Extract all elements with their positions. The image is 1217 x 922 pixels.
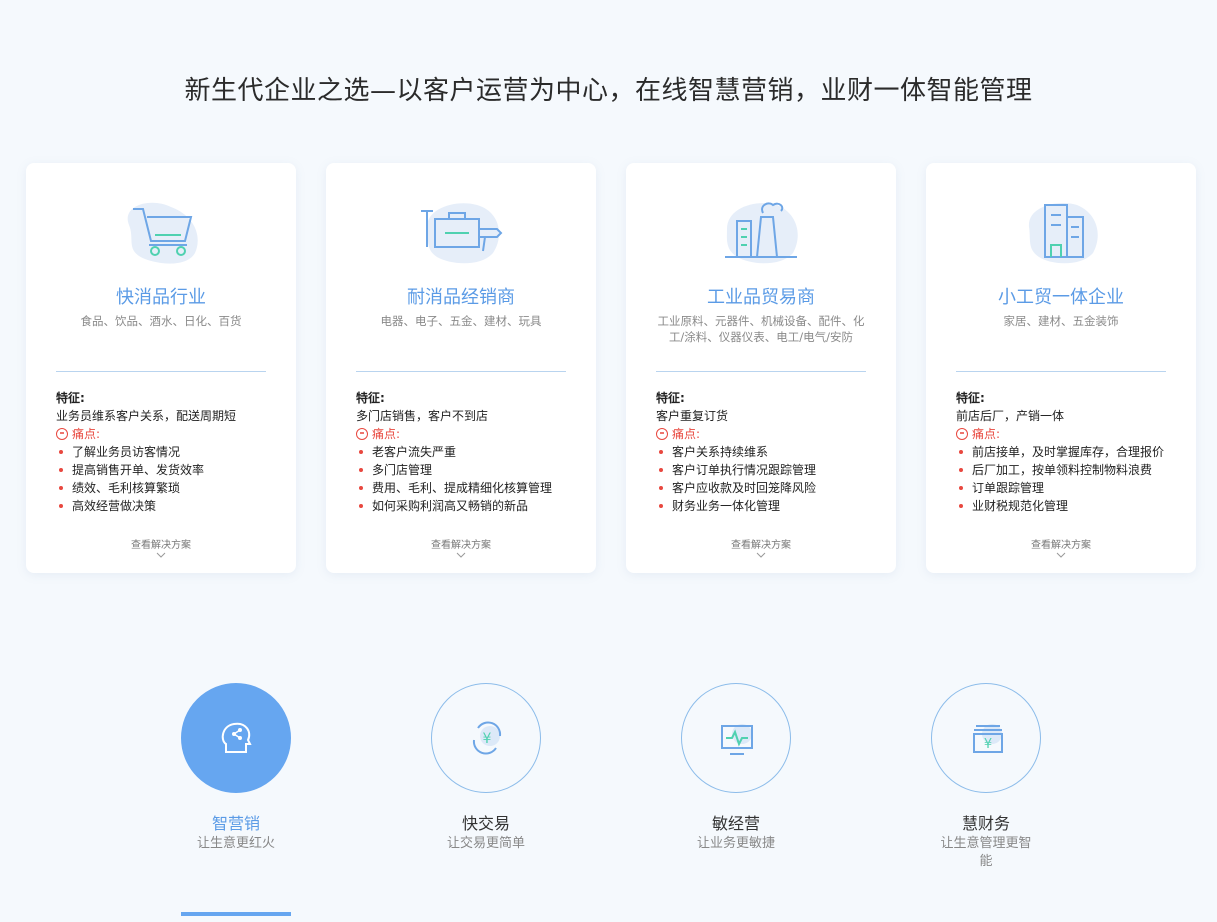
chevron-down-icon[interactable] [1056, 552, 1066, 558]
feature-text: 多门店销售，客户不到店 [356, 409, 489, 423]
pain-heading: 痛点: [56, 425, 100, 442]
feature-tab-trading[interactable]: ¥ 快交易 让交易更简单 [386, 680, 586, 880]
view-solution-link[interactable]: 查看解决方案 [26, 536, 296, 551]
card-divider [656, 371, 866, 372]
list-item: 财务业务一体化管理 [656, 497, 816, 515]
pain-heading: 痛点: [956, 425, 1000, 442]
active-tab-indicator [181, 912, 291, 916]
list-item: 客户应收款及时回笼降风险 [656, 479, 816, 497]
feature-circle[interactable]: ¥ [931, 683, 1041, 793]
svg-text:¥: ¥ [483, 731, 492, 747]
solutions-page: 新生代企业之选—以客户运营为中心，在线智慧营销，业财一体智能管理 快消品行业 食… [0, 0, 1217, 922]
feature-label: 特征: [356, 391, 385, 405]
list-item: 高效经营做决策 [56, 497, 204, 515]
list-item: 如何采购利润高又畅销的新品 [356, 497, 552, 515]
pain-heading: 痛点: [656, 425, 700, 442]
card-title: 耐消品经销商 [407, 287, 515, 308]
feature-subtitle: 让交易更简单 [446, 836, 525, 851]
card-title: 工业品贸易商 [707, 287, 815, 308]
pain-label: 痛点: [72, 427, 101, 441]
pain-label: 痛点: [672, 427, 701, 441]
feature-title: 快交易 [461, 814, 510, 833]
view-solution-link[interactable]: 查看解决方案 [926, 536, 1196, 551]
chevron-down-icon[interactable] [456, 552, 466, 558]
list-item: 订单跟踪管理 [956, 479, 1164, 497]
svg-text:¥: ¥ [984, 737, 992, 752]
feature-title: 智营销 [211, 814, 260, 833]
feature-text: 业务员维系客户关系，配送周期短 [56, 409, 237, 423]
feature-title: 慧财务 [961, 814, 1010, 833]
brain-network-icon [221, 722, 252, 753]
chevron-down-icon[interactable] [156, 552, 166, 558]
pain-list: 了解业务员访客情况 提高销售开单、发货效率 绩效、毛利核算繁琐 高效经营做决策 [56, 443, 204, 515]
feature-tabs: 智营销 让生意更红火 ¥ 快交易 让交易更简单 敏经营 让业务更敏捷 ¥ 慧财务… [0, 680, 1217, 910]
feature-circle[interactable] [181, 683, 291, 793]
list-item: 绩效、毛利核算繁琐 [56, 479, 204, 497]
feature-tab-operations[interactable]: 敏经营 让业务更敏捷 [636, 680, 836, 880]
list-item: 了解业务员访客情况 [56, 443, 204, 461]
list-item: 客户关系持续维系 [656, 443, 816, 461]
feature-label: 特征: [56, 391, 85, 405]
list-item: 后厂加工，按单领料控制物料浪费 [956, 461, 1164, 479]
list-item: 老客户流失严重 [356, 443, 552, 461]
card-subtitle: 工业原料、元器件、机械设备、配件、化工/涂料、仪器仪表、电工/电气/安防 [657, 314, 865, 344]
list-item: 费用、毛利、提成精细化核算管理 [356, 479, 552, 497]
chevron-down-icon[interactable] [756, 552, 766, 558]
list-item: 业财税规范化管理 [956, 497, 1164, 515]
feature-subtitle: 让生意管理更智能 [940, 836, 1032, 869]
feature-label: 特征: [656, 391, 685, 405]
feature-label: 特征: [956, 391, 985, 405]
pain-label: 痛点: [372, 427, 401, 441]
shopping-cart-icon [127, 202, 198, 264]
page-headline: 新生代企业之选—以客户运营为中心，在线智慧营销，业财一体智能管理 [184, 76, 1033, 106]
sad-face-icon [356, 427, 368, 440]
sad-face-icon [956, 427, 968, 440]
card-subtitle: 家居、建材、五金装饰 [1003, 314, 1119, 328]
view-solution-link[interactable]: 查看解决方案 [326, 536, 596, 551]
card-title: 快消品行业 [116, 287, 206, 308]
pain-heading: 痛点: [356, 425, 400, 442]
card-divider [56, 371, 266, 372]
feature-circle[interactable]: ¥ [431, 683, 541, 793]
card-subtitle: 电器、电子、五金、建材、玩具 [380, 314, 542, 328]
list-item: 前店接单，及时掌握库存，合理报价 [956, 443, 1164, 461]
feature-text: 前店后厂，产销一体 [956, 409, 1065, 423]
industry-card-industrial[interactable]: 工业品贸易商 工业原料、元器件、机械设备、配件、化工/涂料、仪器仪表、电工/电气… [626, 163, 896, 573]
industry-cards: 快消品行业 食品、饮品、酒水、日化、百货 特征: 业务员维系客户关系，配送周期短… [16, 163, 1206, 583]
view-solution-link[interactable]: 查看解决方案 [626, 536, 896, 551]
sad-face-icon [656, 427, 668, 440]
yuan-stack-icon: ¥ [973, 724, 1003, 753]
feature-title: 敏经营 [711, 814, 760, 833]
feature-subtitle: 让生意更红火 [196, 836, 275, 851]
card-title: 小工贸一体企业 [998, 287, 1124, 308]
feature-tab-marketing[interactable]: 智营销 让生意更红火 [136, 680, 336, 880]
industry-card-durables[interactable]: 耐消品经销商 电器、电子、五金、建材、玩具 特征: 多门店销售，客户不到店 痛点… [326, 163, 596, 573]
feature-subtitle: 让业务更敏捷 [696, 836, 775, 851]
list-item: 提高销售开单、发货效率 [56, 461, 204, 479]
tools-icon [421, 203, 503, 264]
factory-icon [725, 202, 798, 264]
yuan-exchange-icon: ¥ [472, 721, 502, 755]
pain-list: 客户关系持续维系 客户订单执行情况跟踪管理 客户应收款及时回笼降风险 财务业务一… [656, 443, 816, 515]
pain-list: 前店接单，及时掌握库存，合理报价 后厂加工，按单领料控制物料浪费 订单跟踪管理 … [956, 443, 1164, 515]
building-icon [1028, 203, 1098, 264]
feature-tab-finance[interactable]: ¥ 慧财务 让生意管理更智能 [886, 680, 1086, 880]
industry-card-small-manufacturing[interactable]: 小工贸一体企业 家居、建材、五金装饰 特征: 前店后厂，产销一体 痛点: 前店接… [926, 163, 1196, 573]
pain-label: 痛点: [972, 427, 1001, 441]
feature-circle[interactable] [681, 683, 791, 793]
card-divider [956, 371, 1166, 372]
monitor-pulse-icon [721, 724, 753, 755]
card-divider [356, 371, 566, 372]
card-subtitle: 食品、饮品、酒水、日化、百货 [80, 314, 242, 328]
list-item: 多门店管理 [356, 461, 552, 479]
list-item: 客户订单执行情况跟踪管理 [656, 461, 816, 479]
industry-card-fmcg[interactable]: 快消品行业 食品、饮品、酒水、日化、百货 特征: 业务员维系客户关系，配送周期短… [26, 163, 296, 573]
pain-list: 老客户流失严重 多门店管理 费用、毛利、提成精细化核算管理 如何采购利润高又畅销… [356, 443, 552, 515]
sad-face-icon [56, 427, 68, 440]
feature-text: 客户重复订货 [656, 409, 729, 423]
